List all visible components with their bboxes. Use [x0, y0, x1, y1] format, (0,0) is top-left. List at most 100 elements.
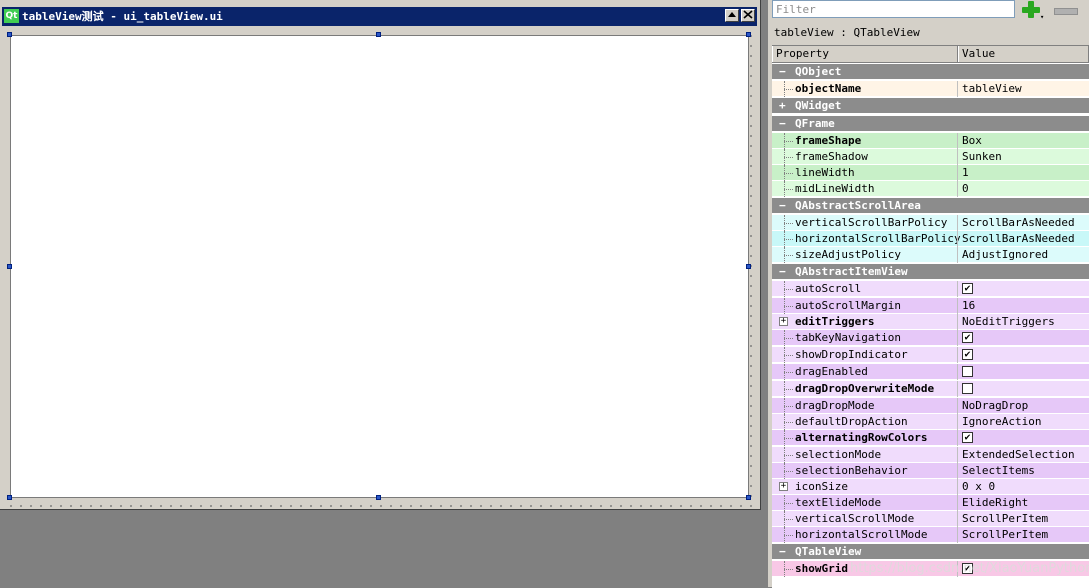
prop-row-iconSize[interactable]: + iconSize 0 x 0: [772, 479, 1089, 495]
remove-dynamic-property-button[interactable]: [1054, 8, 1078, 15]
prop-row-alternatingRowColors[interactable]: alternatingRowColors ✔: [772, 430, 1089, 446]
group-qobject[interactable]: − QObject: [772, 64, 1089, 80]
prop-row-autoScrollMargin[interactable]: autoScrollMargin 16: [772, 298, 1089, 314]
column-header-property[interactable]: Property: [772, 46, 958, 62]
resize-handle-top[interactable]: [376, 32, 381, 37]
prop-value[interactable]: ExtendedSelection: [962, 447, 1075, 462]
collapse-icon[interactable]: −: [779, 198, 786, 213]
window-title: tableView测试 - ui_tableView.ui: [22, 10, 223, 23]
tree-branch: [784, 141, 793, 142]
prop-row-textElideMode[interactable]: textElideMode ElideRight: [772, 495, 1089, 511]
prop-value[interactable]: ElideRight: [962, 495, 1028, 510]
property-table-header: Property Value: [772, 46, 1089, 63]
column-divider: [957, 398, 958, 414]
prop-value[interactable]: Sunken: [962, 149, 1002, 164]
prop-value[interactable]: 0 x 0: [962, 479, 995, 494]
collapse-icon[interactable]: −: [779, 116, 786, 131]
prop-name: verticalScrollMode: [795, 512, 915, 525]
prop-name: dragDropMode: [795, 399, 875, 412]
prop-value[interactable]: ScrollBarAsNeeded: [962, 231, 1075, 246]
prop-row-objectName[interactable]: objectName tableView: [772, 81, 1089, 97]
prop-row-horizontalScrollMode[interactable]: horizontalScrollMode ScrollPerItem: [772, 527, 1089, 543]
alternatingRowColors-checkbox[interactable]: ✔: [962, 432, 973, 443]
prop-row-dragDropOverwriteMode[interactable]: dragDropOverwriteMode: [772, 381, 1089, 397]
prop-row-autoScroll[interactable]: autoScroll ✔: [772, 281, 1089, 297]
prop-value[interactable]: NoDragDrop: [962, 398, 1028, 413]
tree-branch: [784, 438, 793, 439]
prop-row-frameShape[interactable]: frameShape Box: [772, 133, 1089, 149]
prop-row-verticalScrollBarPolicy[interactable]: verticalScrollBarPolicy ScrollBarAsNeede…: [772, 215, 1089, 231]
prop-row-verticalScrollMode[interactable]: verticalScrollMode ScrollPerItem: [772, 511, 1089, 527]
prop-value[interactable]: tableView: [962, 81, 1022, 96]
column-divider: [957, 298, 958, 314]
resize-handle-right[interactable]: [746, 264, 751, 269]
watermark-text: https://blog.csdn.net/XiaoYuanPython: [850, 561, 1089, 576]
resize-handle-top-left[interactable]: [7, 32, 12, 37]
resize-handle-bottom-left[interactable]: [7, 495, 12, 500]
column-header-value[interactable]: Value: [958, 46, 1089, 62]
group-label: QAbstractItemView: [795, 265, 908, 278]
prop-value[interactable]: ScrollBarAsNeeded: [962, 215, 1075, 230]
prop-row-defaultDropAction[interactable]: defaultDropAction IgnoreAction: [772, 414, 1089, 430]
prop-name: midLineWidth: [795, 182, 875, 195]
prop-row-midLineWidth[interactable]: midLineWidth 0: [772, 181, 1089, 197]
prop-value[interactable]: 1: [962, 165, 969, 180]
prop-value[interactable]: SelectItems: [962, 463, 1035, 478]
group-qwidget[interactable]: + QWidget: [772, 98, 1089, 114]
prop-value[interactable]: 0: [962, 181, 969, 196]
prop-row-dragDropMode[interactable]: dragDropMode NoDragDrop: [772, 398, 1089, 414]
expand-icon[interactable]: +: [779, 317, 788, 326]
close-button[interactable]: [741, 9, 755, 22]
filter-input[interactable]: [772, 0, 1015, 18]
table-view-widget[interactable]: [10, 35, 749, 498]
prop-value[interactable]: Box: [962, 133, 982, 148]
tree-branch: [784, 173, 793, 174]
add-dynamic-property-button[interactable]: ▾: [1020, 0, 1046, 21]
prop-value[interactable]: IgnoreAction: [962, 414, 1041, 429]
group-qabstractitemview[interactable]: − QAbstractItemView: [772, 264, 1089, 280]
expand-icon[interactable]: +: [779, 98, 786, 113]
prop-value[interactable]: ScrollPerItem: [962, 511, 1048, 526]
prop-value[interactable]: NoEditTriggers: [962, 314, 1055, 329]
prop-row-frameShadow[interactable]: frameShadow Sunken: [772, 149, 1089, 165]
resize-handle-bottom-right[interactable]: [746, 495, 751, 500]
group-qabstractscrollarea[interactable]: − QAbstractScrollArea: [772, 198, 1089, 214]
resize-handle-top-right[interactable]: [746, 32, 751, 37]
column-divider: [957, 430, 958, 446]
collapse-icon[interactable]: −: [779, 64, 786, 79]
property-table[interactable]: Property Value − QObject objectName tabl…: [772, 45, 1089, 588]
prop-row-dragEnabled[interactable]: dragEnabled: [772, 364, 1089, 380]
prop-name: objectName: [795, 82, 862, 95]
prop-row-showDropIndicator[interactable]: showDropIndicator ✔: [772, 347, 1089, 363]
prop-row-lineWidth[interactable]: lineWidth 1: [772, 165, 1089, 181]
expand-icon[interactable]: +: [779, 482, 788, 491]
column-divider: [957, 364, 958, 380]
dragDropOverwriteMode-checkbox[interactable]: [962, 383, 973, 394]
prop-name: selectionBehavior: [795, 464, 908, 477]
restore-button[interactable]: [725, 9, 739, 22]
resize-handle-left[interactable]: [7, 264, 12, 269]
autoScroll-checkbox[interactable]: ✔: [962, 283, 973, 294]
prop-value[interactable]: 16: [962, 298, 975, 313]
prop-row-editTriggers[interactable]: + editTriggers NoEditTriggers: [772, 314, 1089, 330]
tree-branch: [784, 338, 793, 339]
prop-name: showGrid: [795, 562, 848, 575]
prop-row-selectionBehavior[interactable]: selectionBehavior SelectItems: [772, 463, 1089, 479]
collapse-icon[interactable]: −: [779, 544, 786, 559]
prop-name: textElideMode: [795, 496, 882, 509]
showDropIndicator-checkbox[interactable]: ✔: [962, 349, 973, 360]
dragEnabled-checkbox[interactable]: [962, 366, 973, 377]
group-qframe[interactable]: − QFrame: [772, 116, 1089, 132]
collapse-icon[interactable]: −: [779, 264, 786, 279]
form-title-bar[interactable]: Qt tableView测试 - ui_tableView.ui: [2, 7, 757, 26]
prop-row-sizeAdjustPolicy[interactable]: sizeAdjustPolicy AdjustIgnored: [772, 247, 1089, 263]
resize-handle-bottom[interactable]: [376, 495, 381, 500]
prop-row-selectionMode[interactable]: selectionMode ExtendedSelection: [772, 447, 1089, 463]
prop-row-tabKeyNavigation[interactable]: tabKeyNavigation ✔: [772, 330, 1089, 346]
prop-value[interactable]: ScrollPerItem: [962, 527, 1048, 542]
prop-value[interactable]: AdjustIgnored: [962, 247, 1048, 262]
column-divider: [957, 165, 958, 181]
group-qtableview[interactable]: − QTableView: [772, 544, 1089, 560]
tabKeyNavigation-checkbox[interactable]: ✔: [962, 332, 973, 343]
prop-row-horizontalScrollBarPolicy[interactable]: horizontalScrollBarPolicy ScrollBarAsNee…: [772, 231, 1089, 247]
